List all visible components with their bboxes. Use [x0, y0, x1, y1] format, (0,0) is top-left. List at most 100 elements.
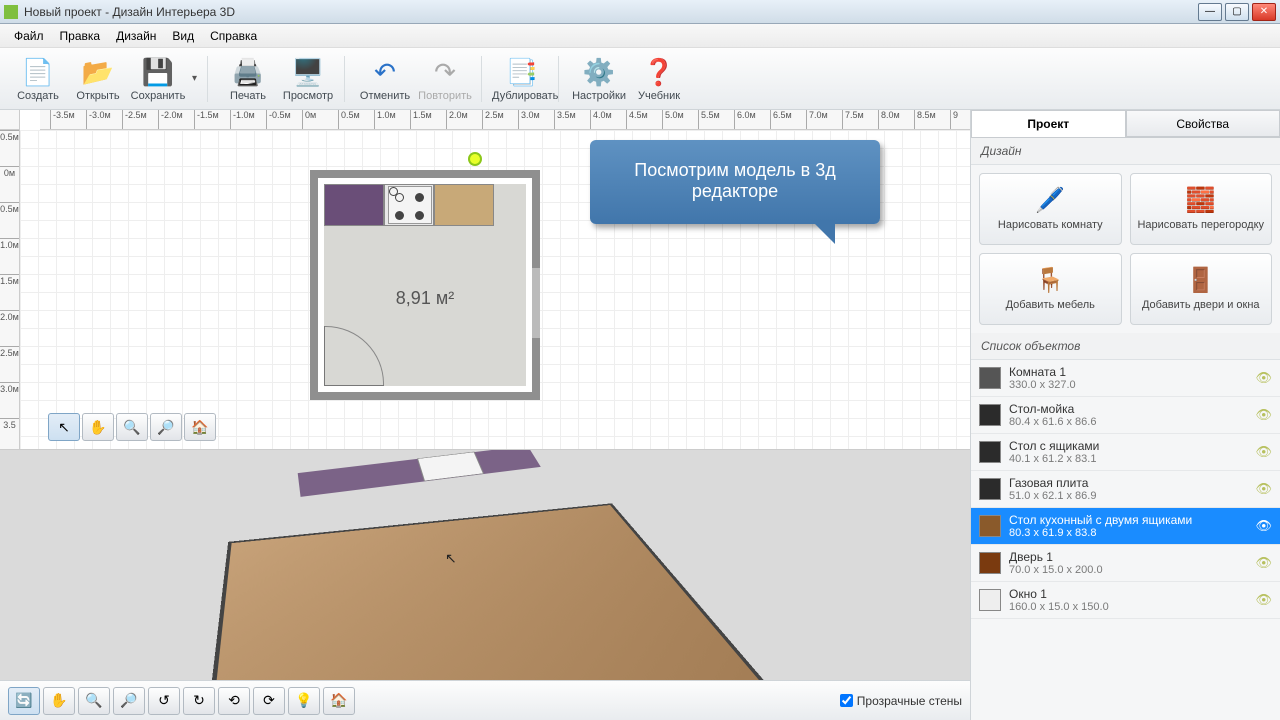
stove[interactable] [388, 186, 432, 224]
save-dropdown-icon[interactable]: ▾ [192, 73, 197, 84]
tb-open[interactable]: 📂Открыть [68, 56, 128, 102]
tool-home[interactable]: 🏠 [184, 413, 216, 441]
visibility-icon[interactable]: 👁 [1255, 555, 1272, 571]
bt-home[interactable]: 🏠 [323, 687, 355, 715]
item-dim: 160.0 x 15.0 x 150.0 [1009, 601, 1109, 613]
visibility-icon[interactable]: 👁 [1255, 518, 1272, 534]
tool-zoom-out[interactable]: 🔎 [150, 413, 182, 441]
open-icon: 📂 [68, 56, 128, 90]
list-item[interactable]: Окно 1160.0 x 15.0 x 150.0 👁 [971, 582, 1280, 619]
list-item[interactable]: Дверь 170.0 x 15.0 x 200.0 👁 [971, 545, 1280, 582]
list-item[interactable]: Газовая плита51.0 x 62.1 x 86.9 👁 [971, 471, 1280, 508]
menu-design[interactable]: Дизайн [108, 27, 164, 45]
btn-add-furniture[interactable]: 🪑Добавить мебель [979, 253, 1122, 325]
furniture-icon: 🪑 [1035, 266, 1065, 295]
visibility-icon[interactable]: 👁 [1255, 407, 1272, 423]
section-design-header: Дизайн [971, 138, 1280, 165]
duplicate-icon: 📑 [492, 56, 552, 90]
window-title: Новый проект - Дизайн Интерьера 3D [24, 5, 1195, 19]
btn-draw-wall[interactable]: 🧱Нарисовать перегородку [1130, 173, 1273, 245]
item-dim: 40.1 x 61.2 x 83.1 [1009, 453, 1099, 465]
cabinet-wood[interactable] [434, 184, 494, 226]
item-thumb [979, 367, 1001, 389]
preview-icon: 🖥️ [278, 56, 338, 90]
bt-orbit[interactable]: 🔄 [8, 687, 40, 715]
tb-preview[interactable]: 🖥️Просмотр [278, 56, 338, 102]
cabinet-purple[interactable] [324, 184, 384, 226]
wall-icon: 🧱 [1186, 186, 1216, 215]
tb-save[interactable]: 💾Сохранить [128, 56, 188, 102]
bt-zoom-out[interactable]: 🔎 [113, 687, 145, 715]
maximize-button[interactable]: ▢ [1225, 3, 1249, 21]
item-name: Окно 1 [1009, 587, 1109, 601]
menu-help[interactable]: Справка [202, 27, 265, 45]
plan-canvas[interactable]: 8,91 м² Посмотрим модель в 3д редакторе … [20, 130, 970, 449]
visibility-icon[interactable]: 👁 [1255, 444, 1272, 460]
visibility-icon[interactable]: 👁 [1255, 370, 1272, 386]
room[interactable]: 8,91 м² [310, 170, 540, 400]
bt-light[interactable]: 💡 [288, 687, 320, 715]
tab-properties[interactable]: Свойства [1126, 110, 1280, 137]
bt-rot-left[interactable]: ↺ [148, 687, 180, 715]
ruler-vertical: 0.5м0м0.5м1.0м1.5м2.0м2.5м3.0м3.5 [0, 130, 20, 449]
ruler-horizontal: -3.5м-3.0м-2.5м-2.0м-1.5м-1.0м-0.5м0м0.5… [40, 110, 970, 130]
menu-file[interactable]: Файл [6, 27, 52, 45]
visibility-icon[interactable]: 👁 [1255, 592, 1272, 608]
menu-edit[interactable]: Правка [52, 27, 109, 45]
settings-icon: ⚙️ [569, 56, 629, 90]
tb-print[interactable]: 🖨️Печать [218, 56, 278, 102]
item-name: Дверь 1 [1009, 550, 1103, 564]
bt-loop-r[interactable]: ⟳ [253, 687, 285, 715]
door-icon: 🚪 [1186, 266, 1216, 295]
tool-zoom-in[interactable]: 🔍 [116, 413, 148, 441]
tb-new[interactable]: 📄Создать [8, 56, 68, 102]
item-dim: 51.0 x 62.1 x 86.9 [1009, 490, 1096, 502]
list-item[interactable]: Стол-мойка80.4 x 61.6 x 86.6 👁 [971, 397, 1280, 434]
plan-tools: ↖ ✋ 🔍 🔎 🏠 [48, 413, 216, 441]
btn-draw-room[interactable]: 🖊️Нарисовать комнату [979, 173, 1122, 245]
btn-add-door[interactable]: 🚪Добавить двери и окна [1130, 253, 1273, 325]
print-icon: 🖨️ [218, 56, 278, 90]
item-dim: 80.3 x 61.9 x 83.8 [1009, 527, 1192, 539]
menu-view[interactable]: Вид [164, 27, 202, 45]
list-item[interactable]: Комната 1330.0 x 327.0 👁 [971, 360, 1280, 397]
item-name: Стол-мойка [1009, 402, 1096, 416]
tb-undo[interactable]: ↶Отменить [355, 56, 415, 102]
window-mark[interactable] [532, 268, 540, 338]
item-thumb [979, 589, 1001, 611]
tool-hand[interactable]: ✋ [82, 413, 114, 441]
tab-project[interactable]: Проект [971, 110, 1126, 137]
toolbar: 📄Создать 📂Открыть 💾Сохранить ▾ 🖨️Печать … [0, 48, 1280, 110]
ruler-corner [0, 110, 20, 130]
tb-help[interactable]: ❓Учебник [629, 56, 689, 102]
bt-rot-right[interactable]: ↻ [183, 687, 215, 715]
side-panel: Проект Свойства Дизайн 🖊️Нарисовать комн… [970, 110, 1280, 720]
redo-icon: ↷ [415, 56, 475, 90]
side-tabs: Проект Свойства [971, 110, 1280, 138]
item-thumb [979, 515, 1001, 537]
room-area-label: 8,91 м² [318, 288, 532, 309]
tb-duplicate[interactable]: 📑Дублировать [492, 56, 552, 102]
transparency-toggle[interactable]: Прозрачные стены [840, 694, 962, 708]
minimize-button[interactable]: — [1198, 3, 1222, 21]
tb-settings[interactable]: ⚙️Настройки [569, 56, 629, 102]
bt-loop-l[interactable]: ⟲ [218, 687, 250, 715]
view-3d[interactable]: ↖ [0, 450, 970, 680]
item-dim: 80.4 x 61.6 x 86.6 [1009, 416, 1096, 428]
draw-room-icon: 🖊️ [1035, 186, 1065, 215]
door-arc[interactable] [324, 326, 384, 386]
bt-zoom-in[interactable]: 🔍 [78, 687, 110, 715]
bt-hand[interactable]: ✋ [43, 687, 75, 715]
bottom-toolbar: 🔄 ✋ 🔍 🔎 ↺ ↻ ⟲ ⟳ 💡 🏠 Прозрачные стены [0, 680, 970, 720]
tool-pointer[interactable]: ↖ [48, 413, 80, 441]
transparency-checkbox[interactable] [840, 694, 853, 707]
item-thumb [979, 478, 1001, 500]
handle-dot[interactable] [468, 152, 482, 166]
list-item[interactable]: Стол кухонный с двумя ящиками80.3 x 61.9… [971, 508, 1280, 545]
close-button[interactable]: ✕ [1252, 3, 1276, 21]
list-item[interactable]: Стол с ящиками40.1 x 61.2 x 83.1 👁 [971, 434, 1280, 471]
save-icon: 💾 [128, 56, 188, 90]
app-icon [4, 5, 18, 19]
visibility-icon[interactable]: 👁 [1255, 481, 1272, 497]
section-objects-header: Список объектов [971, 333, 1280, 360]
